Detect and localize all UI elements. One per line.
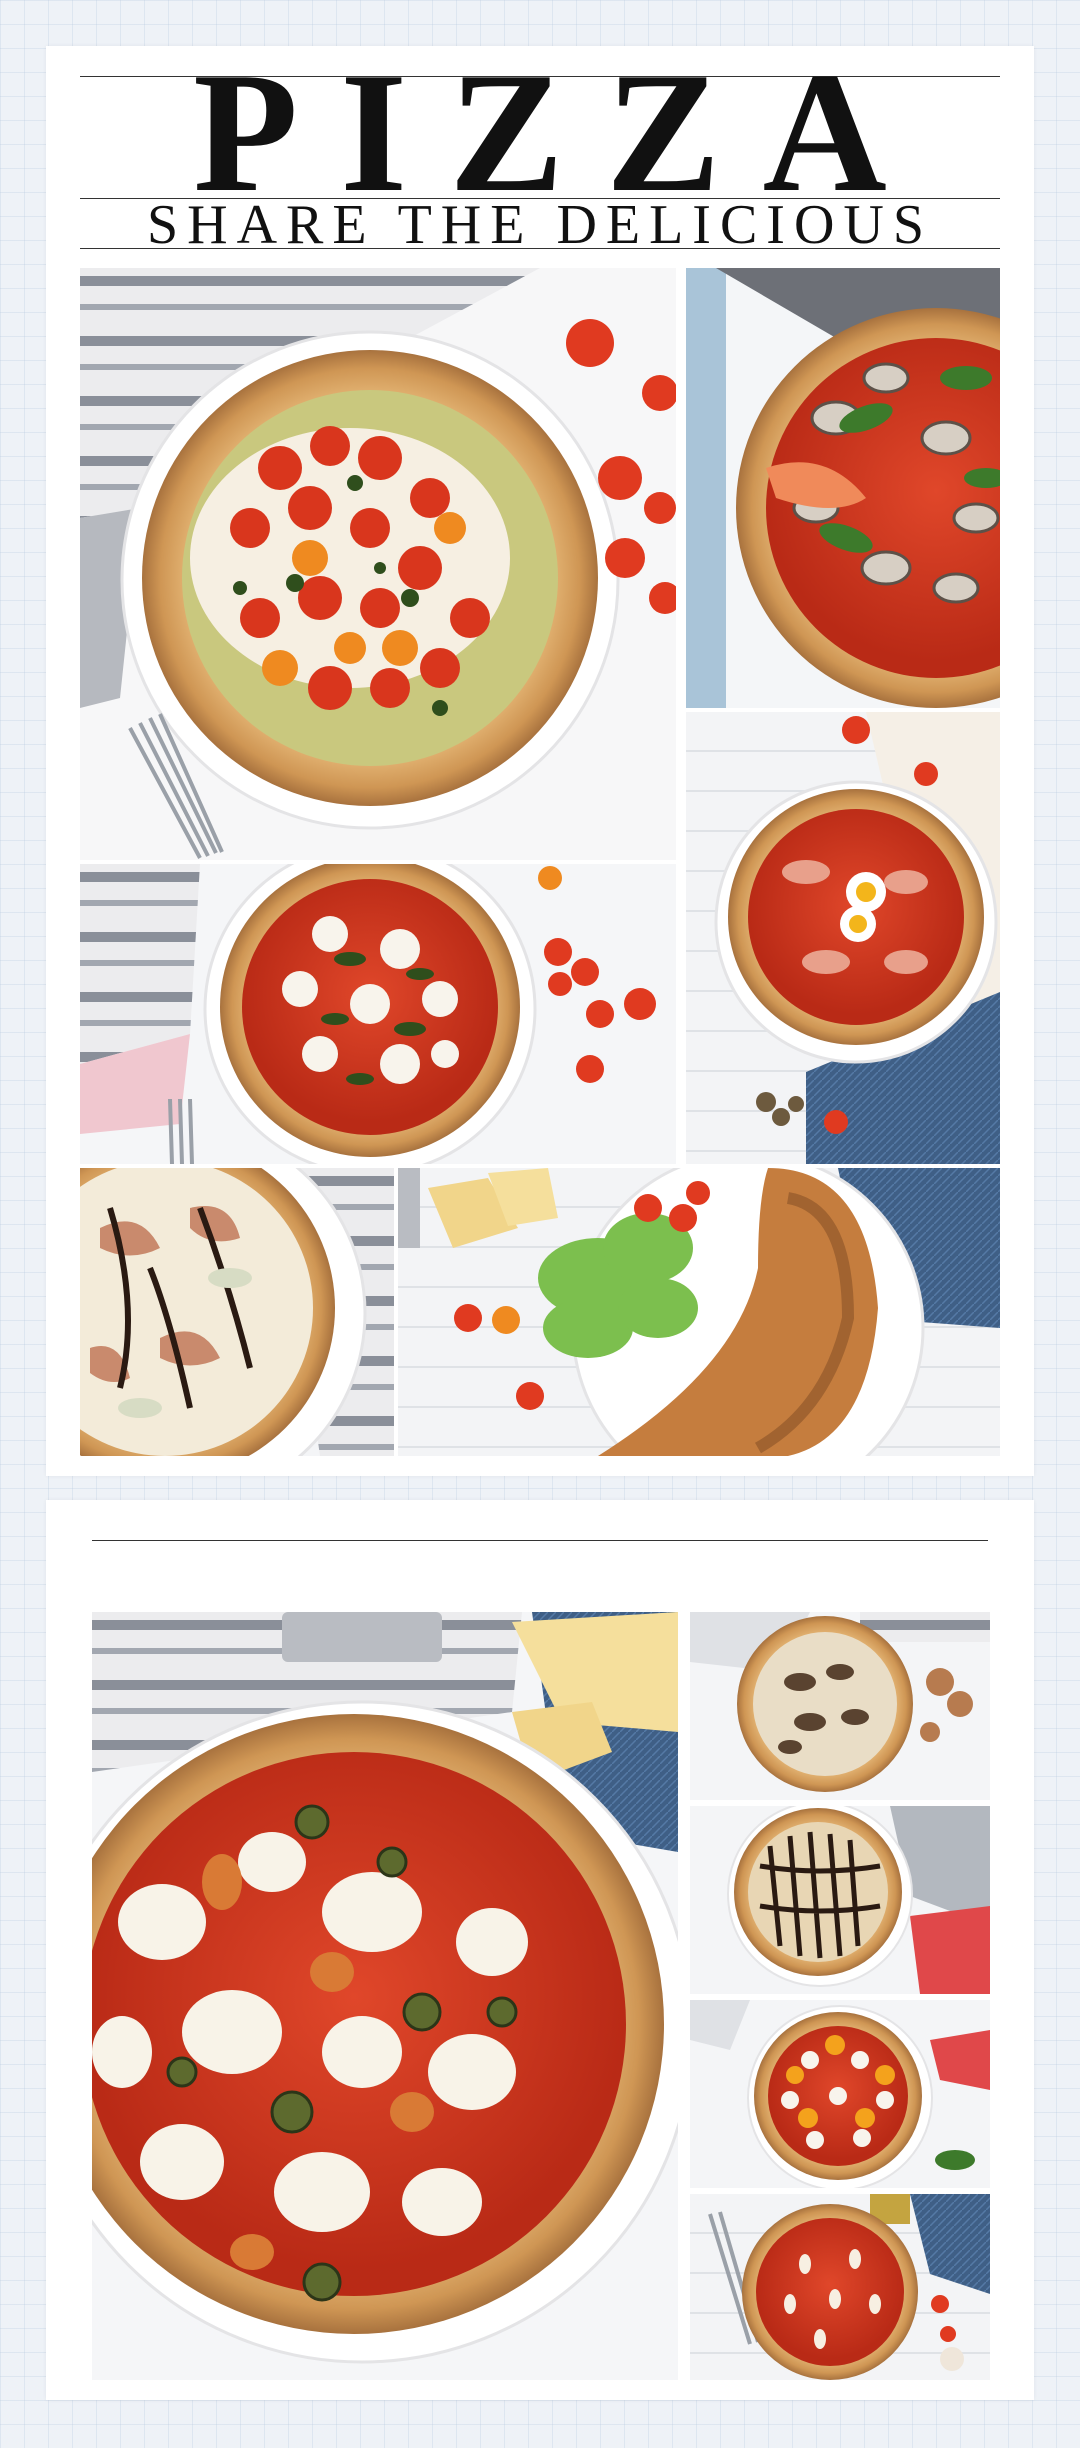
title-bottom-rule (80, 248, 1000, 249)
pizza-photo-prosciutto-pear[interactable] (80, 1168, 394, 1456)
pizza-photo-balsamic[interactable] (690, 1806, 990, 1994)
pizza-photo-marinara-garlic[interactable] (690, 2194, 990, 2380)
pizza-photo-mushroom[interactable] (690, 1612, 990, 1800)
bottom-rule (92, 1540, 988, 1541)
pizza-photo-mozzarella-tomato[interactable] (690, 2000, 990, 2188)
pizza-photo-bufala-basil[interactable] (80, 864, 676, 1164)
pizza-photo-cherry-tomato[interactable] (80, 268, 676, 860)
pizza-photo-egg-ham[interactable] (686, 712, 1000, 1164)
bottom-collage-card (46, 1500, 1034, 2400)
page-title: PIZZA (193, 38, 929, 228)
pizza-photo-margherita-olive[interactable] (92, 1612, 678, 2380)
pizza-photo-calzone-salad[interactable] (398, 1168, 1000, 1456)
page-subtitle: SHARE THE DELICIOUS (147, 194, 933, 256)
pizza-photo-seafood[interactable] (686, 268, 1000, 708)
top-collage-card: PIZZA SHARE THE DELICIOUS (46, 46, 1034, 1476)
